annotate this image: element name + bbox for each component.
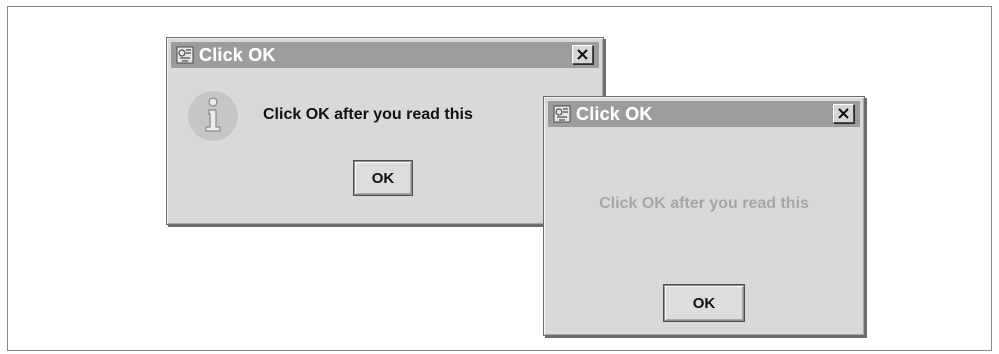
message-dialog-disabled: Click OK Click OK after you read this OK [543, 96, 865, 336]
close-button[interactable] [833, 104, 854, 123]
dialog-title: Click OK [199, 44, 276, 65]
window-menu-icon[interactable] [175, 45, 195, 65]
message-dialog: Click OK Click OK after you read this OK [166, 37, 604, 225]
dialog-message: Click OK after you read this [599, 195, 809, 212]
dialog-title: Click OK [576, 103, 653, 124]
close-icon [838, 108, 849, 119]
ok-button[interactable]: OK [664, 285, 744, 321]
info-icon [188, 91, 238, 141]
dialog-title-bar[interactable]: Click OK [171, 42, 599, 68]
close-icon [577, 49, 588, 60]
ok-button[interactable]: OK [354, 161, 412, 195]
window-menu-icon[interactable] [552, 104, 572, 124]
dialog-title-bar[interactable]: Click OK [548, 101, 860, 127]
dialog-message: Click OK after you read this [263, 106, 473, 123]
screenshot-canvas: Click OK Click OK after you read this OK [7, 6, 992, 351]
close-button[interactable] [572, 45, 593, 64]
